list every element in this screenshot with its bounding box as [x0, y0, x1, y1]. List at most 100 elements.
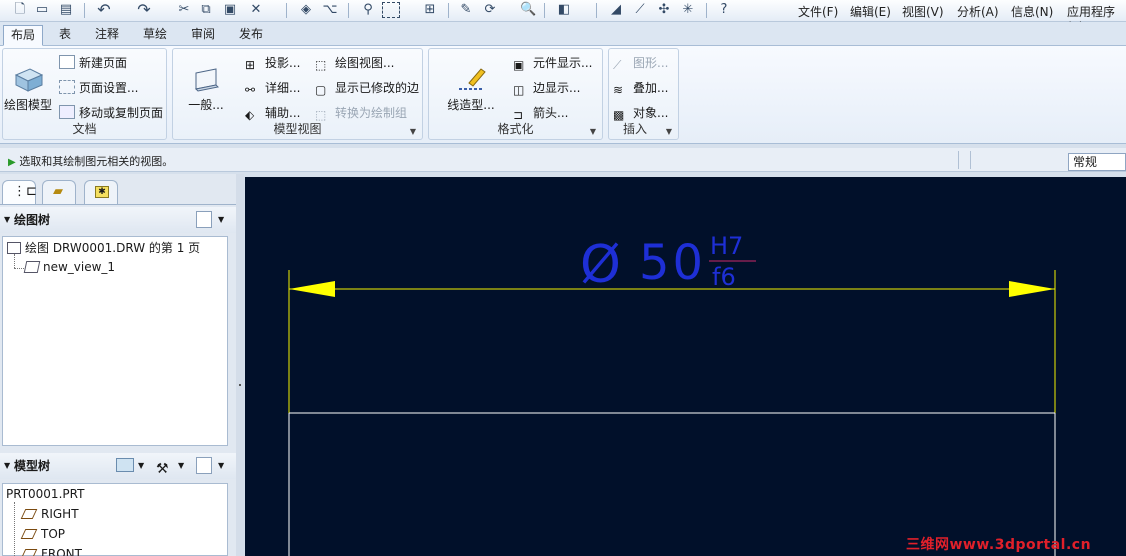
group-expand-icon[interactable]: ▼ [666, 127, 672, 136]
graph-icon: ⟋ [613, 58, 622, 72]
tolerance-lower: f6 [712, 263, 736, 291]
general-view-button[interactable]: 一般... [181, 65, 231, 113]
line-style-button[interactable]: 线造型... [441, 65, 501, 113]
overlay-button[interactable]: ≋ 叠加... [613, 78, 668, 98]
tree-settings-icon[interactable] [196, 211, 212, 228]
save-icon[interactable]: ▤ [58, 2, 74, 18]
group-expand-icon[interactable]: ▼ [590, 127, 596, 136]
drawing-tree-header[interactable]: ▼ 绘图树 ▼ [0, 207, 238, 233]
tab-sketch[interactable]: 草绘 [136, 25, 174, 46]
menu-edit[interactable]: 编辑(E) [850, 3, 891, 20]
drawing-model-button[interactable]: 绘图模型 [3, 65, 53, 113]
convert-draft-group-icon: ⬚ [315, 108, 327, 122]
panel-tab-folder[interactable]: ▰ [42, 180, 76, 204]
tools-icon[interactable]: ⚒ [156, 456, 169, 482]
graph-button[interactable]: ⟋ 图形... [613, 53, 668, 73]
selection-filter-select[interactable]: 常规 [1068, 153, 1126, 171]
tab-layout[interactable]: 布局 [3, 25, 44, 46]
favorites-icon: ✱ [95, 186, 109, 198]
regenerate-icon[interactable]: ⟳ [482, 2, 498, 18]
coordinate-system-icon[interactable]: ✳ [680, 2, 696, 18]
panel-splitter[interactable] [236, 174, 244, 556]
chevron-down-icon[interactable]: ▼ [178, 453, 184, 479]
model-display-icon[interactable] [116, 458, 134, 472]
message-bar: ▶ 选取和其绘制图元相关的视图。 [0, 148, 1126, 172]
tab-publish[interactable]: 发布 [232, 25, 270, 46]
menu-analysis[interactable]: 分析(A) [957, 3, 999, 20]
datum-plane-icon[interactable]: ◢ [608, 2, 624, 18]
general-view-icon [194, 68, 220, 92]
datum-plane-icon [20, 549, 38, 556]
panel-tab-favorites[interactable]: ✱ [84, 180, 118, 204]
panel-tab-tree[interactable]: ⋮⊏ [2, 180, 37, 204]
chevron-down-icon[interactable]: ▼ [218, 453, 224, 479]
datum-axis-icon[interactable]: ⟋ [632, 2, 648, 18]
delete-icon[interactable]: ✕ [248, 2, 264, 18]
help-icon[interactable]: ? [716, 2, 732, 18]
new-page-button[interactable]: 新建页面 [59, 53, 127, 73]
tree-item-datum-top[interactable]: TOP [20, 527, 65, 541]
quick-access-toolbar: 🗋 ▭ ▤ ↶ ↷ ✂ ⧉ ▣ ✕ ◈ ⌥ ⚲ ⊞ ✎ ⟳ 🔍 ◧ ◢ ⟋ ✣ … [0, 0, 1126, 34]
collapse-icon[interactable]: ▼ [4, 207, 10, 233]
open-folder-icon[interactable]: ▭ [34, 2, 50, 18]
status-message: ▶ 选取和其绘制图元相关的视图。 [8, 155, 174, 168]
tree-item-datum-right[interactable]: RIGHT [20, 507, 79, 521]
menu-file[interactable]: 文件(F) [798, 3, 838, 20]
group-label-model-view: 模型视图 [273, 122, 322, 136]
tab-table[interactable]: 表 [52, 25, 78, 46]
tab-review[interactable]: 审阅 [184, 25, 222, 46]
undo-icon[interactable]: ↶ [96, 2, 112, 18]
object-icon: ▩ [613, 108, 625, 122]
cut-icon[interactable]: ✂ [176, 2, 192, 18]
redo-icon[interactable]: ↷ [136, 2, 152, 18]
tree-item-datum-front[interactable]: FRONT [20, 547, 82, 556]
drawing-canvas[interactable]: Ø 50 H7 f6 [245, 177, 1126, 556]
datum-point-icon[interactable]: ✣ [656, 2, 672, 18]
navigator-panel: ⋮⊏ ▰ ✱ ▼ 绘图树 ▼ 绘图 DRW0001.DRW 的第 1 页 new… [0, 174, 238, 556]
detailed-view-icon: ⚯ [245, 83, 256, 97]
chevron-down-icon[interactable]: ▼ [138, 453, 144, 479]
tree-item-part[interactable]: PRT0001.PRT [6, 487, 84, 501]
find-icon[interactable]: ⚲ [360, 2, 376, 18]
copy-icon[interactable]: ⧉ [198, 2, 214, 18]
projection-icon: ⊞ [245, 58, 256, 72]
view-icon [23, 261, 41, 273]
drawing-view-button[interactable]: ⬚ 绘图视图... [315, 53, 394, 73]
drawing-view-icon: ⬚ [315, 58, 327, 72]
auxiliary-view-icon: ⬖ [245, 108, 255, 122]
collapse-icon[interactable]: ▼ [4, 453, 10, 479]
edge-display-button[interactable]: ◫ 边显示... [513, 78, 580, 98]
sheet-icon [7, 242, 21, 254]
page-setup-button[interactable]: 页面设置... [59, 78, 138, 98]
chevron-down-icon[interactable]: ▼ [218, 207, 224, 233]
display-style-icon[interactable]: ◧ [556, 2, 572, 18]
paste-icon[interactable]: ▣ [222, 2, 238, 18]
detailed-view-button[interactable]: ⚯ 详细... [245, 78, 300, 98]
new-file-icon[interactable]: 🗋 [12, 2, 28, 18]
page-setup-icon [59, 80, 75, 94]
folder-icon: ▰ [53, 184, 63, 199]
tree-icon: ⋮⊏ [13, 184, 37, 199]
tab-annotate[interactable]: 注释 [88, 25, 126, 46]
dimension-value: 50 [639, 235, 706, 291]
component-display-button[interactable]: ▣ 元件显示... [513, 53, 592, 73]
select-box-icon[interactable] [382, 2, 400, 18]
grid-icon[interactable]: ⊞ [422, 2, 438, 18]
model-tree-header[interactable]: ▼ 模型树 ▼ ⚒ ▼ ▼ [0, 453, 238, 479]
menu-info[interactable]: 信息(N) [1011, 3, 1053, 20]
group-insert: ⟋ 图形... ≋ 叠加... ▩ 对象... 插入 ▼ [608, 48, 679, 140]
tree-item-view[interactable]: new_view_1 [23, 260, 115, 274]
group-expand-icon[interactable]: ▼ [410, 127, 416, 136]
projection-button[interactable]: ⊞ 投影... [245, 53, 300, 73]
tree-item-drawing-sheet[interactable]: 绘图 DRW0001.DRW 的第 1 页 [7, 239, 200, 256]
zoom-icon[interactable]: 🔍 [520, 2, 536, 18]
edit-icon[interactable]: ✎ [458, 2, 474, 18]
show-modified-edges-button[interactable]: ▢ 显示已修改的边 [315, 78, 419, 98]
new-page-icon [59, 55, 75, 69]
tree-settings-icon[interactable] [196, 457, 212, 474]
drawing-svg: Ø 50 H7 f6 [288, 232, 1056, 556]
layer-icon[interactable]: ◈ [298, 2, 314, 18]
play-icon: ▶ [8, 157, 16, 168]
tree-icon[interactable]: ⌥ [322, 2, 338, 18]
menu-view[interactable]: 视图(V) [902, 3, 944, 20]
